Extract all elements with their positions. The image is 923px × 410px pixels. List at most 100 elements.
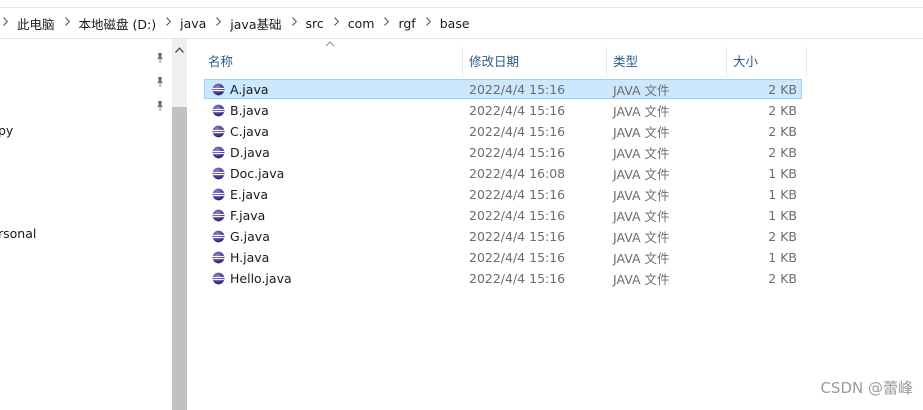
file-size: 1 KB — [768, 187, 797, 202]
file-name[interactable]: D.java — [230, 145, 270, 160]
file-row[interactable]: B.java 2022/4/4 15:16 JAVA 文件 2 KB — [204, 100, 802, 120]
file-name[interactable]: C.java — [230, 124, 269, 139]
file-size: 2 KB — [768, 229, 797, 244]
file-name[interactable]: Doc.java — [230, 166, 284, 181]
file-row[interactable]: F.java 2022/4/4 15:16 JAVA 文件 1 KB — [204, 205, 802, 225]
file-date: 2022/4/4 15:16 — [469, 82, 566, 97]
file-size: 2 KB — [768, 145, 797, 160]
file-size: 1 KB — [768, 166, 797, 181]
chevron-right-icon[interactable] — [324, 17, 348, 29]
file-name-cell[interactable]: B.java — [212, 101, 269, 120]
file-row[interactable]: E.java 2022/4/4 15:16 JAVA 文件 1 KB — [204, 184, 802, 204]
eclipse-java-file-icon — [212, 167, 225, 180]
breadcrumb-item[interactable]: 本地磁盘 (D:) — [79, 14, 157, 33]
breadcrumb-item[interactable]: rgf — [398, 16, 415, 31]
pin-icon[interactable] — [153, 99, 167, 113]
file-date: 2022/4/4 15:16 — [469, 250, 566, 265]
file-name-cell[interactable]: H.java — [212, 248, 269, 267]
navigation-pane[interactable]: py rsonal — [0, 39, 172, 410]
chevron-right-icon[interactable] — [282, 17, 306, 29]
chevron-right-icon[interactable] — [206, 17, 230, 29]
file-date: 2022/4/4 15:16 — [469, 187, 566, 202]
file-list[interactable]: 名称 修改日期 类型 大小 A.java 2022/4/4 15:16 JAVA 文… — [188, 39, 923, 410]
file-name-cell[interactable]: Doc.java — [212, 164, 284, 183]
file-date: 2022/4/4 15:16 — [469, 208, 566, 223]
file-name-cell[interactable]: Hello.java — [212, 269, 292, 288]
nav-scrollbar[interactable] — [172, 39, 187, 410]
breadcrumb-item[interactable]: src — [306, 16, 324, 31]
file-name[interactable]: E.java — [230, 187, 268, 202]
chevron-right-icon[interactable] — [55, 17, 79, 29]
breadcrumb[interactable]: 此电脑 本地磁盘 (D:) java java基础 src com rgf base — [0, 8, 923, 39]
column-divider[interactable] — [606, 47, 607, 77]
chevron-right-icon[interactable] — [156, 17, 180, 29]
eclipse-java-file-icon — [212, 104, 225, 117]
breadcrumb-item[interactable]: java基础 — [230, 14, 281, 33]
file-type: JAVA 文件 — [613, 83, 670, 98]
file-size: 1 KB — [768, 250, 797, 265]
eclipse-java-file-icon — [212, 272, 225, 285]
nav-item-label[interactable]: rsonal — [0, 226, 36, 241]
file-name[interactable]: Hello.java — [230, 271, 292, 286]
file-date: 2022/4/4 15:16 — [469, 145, 566, 160]
file-row[interactable]: A.java 2022/4/4 15:16 JAVA 文件 2 KB — [204, 79, 802, 99]
file-date: 2022/4/4 16:08 — [469, 166, 566, 181]
eclipse-java-file-icon — [212, 125, 225, 138]
title-strip — [0, 0, 923, 8]
file-row[interactable]: C.java 2022/4/4 15:16 JAVA 文件 2 KB — [204, 121, 802, 141]
column-name-header[interactable]: 名称 — [208, 43, 233, 77]
file-name-cell[interactable]: G.java — [212, 227, 270, 246]
file-type: JAVA 文件 — [613, 188, 670, 203]
file-type: JAVA 文件 — [613, 167, 670, 182]
file-name[interactable]: H.java — [230, 250, 269, 265]
file-name-cell[interactable]: E.java — [212, 185, 268, 204]
scroll-thumb[interactable] — [172, 107, 187, 410]
file-name[interactable]: B.java — [230, 103, 269, 118]
file-size: 2 KB — [768, 124, 797, 139]
file-type: JAVA 文件 — [613, 146, 670, 161]
chevron-up-icon — [175, 47, 184, 53]
nav-item-label[interactable]: py — [0, 123, 13, 138]
column-size-header[interactable]: 大小 — [733, 43, 758, 77]
file-name-cell[interactable]: A.java — [212, 80, 269, 99]
file-name-cell[interactable]: F.java — [212, 206, 265, 225]
file-type: JAVA 文件 — [613, 104, 670, 119]
file-name[interactable]: A.java — [230, 82, 269, 97]
breadcrumb-item[interactable]: 此电脑 — [17, 14, 55, 33]
file-type: JAVA 文件 — [613, 230, 670, 245]
pin-icon[interactable] — [153, 51, 167, 65]
file-name-cell[interactable]: D.java — [212, 143, 270, 162]
sort-up-icon — [325, 41, 335, 47]
pin-icon[interactable] — [153, 75, 167, 89]
eclipse-java-file-icon — [212, 188, 225, 201]
file-size: 2 KB — [768, 103, 797, 118]
file-date: 2022/4/4 15:16 — [469, 271, 566, 286]
file-date: 2022/4/4 15:16 — [469, 229, 566, 244]
column-header: 名称 修改日期 类型 大小 — [188, 41, 808, 77]
file-name-cell[interactable]: C.java — [212, 122, 269, 141]
eclipse-java-file-icon — [212, 230, 225, 243]
file-row[interactable]: D.java 2022/4/4 15:16 JAVA 文件 2 KB — [204, 142, 802, 162]
chevron-right-icon[interactable] — [416, 17, 440, 29]
eclipse-java-file-icon — [212, 146, 225, 159]
breadcrumb-item[interactable]: java — [180, 16, 206, 31]
file-row[interactable]: H.java 2022/4/4 15:16 JAVA 文件 1 KB — [204, 247, 802, 267]
chevron-right-icon[interactable] — [0, 17, 17, 29]
file-row[interactable]: G.java 2022/4/4 15:16 JAVA 文件 2 KB — [204, 226, 802, 246]
file-name[interactable]: G.java — [230, 229, 270, 244]
column-divider[interactable] — [726, 47, 727, 77]
file-row[interactable]: Doc.java 2022/4/4 16:08 JAVA 文件 1 KB — [204, 163, 802, 183]
file-name[interactable]: F.java — [230, 208, 265, 223]
column-date-header[interactable]: 修改日期 — [469, 43, 519, 77]
file-type: JAVA 文件 — [613, 272, 670, 287]
breadcrumb-item[interactable]: com — [348, 16, 375, 31]
file-size: 2 KB — [768, 271, 797, 286]
column-divider[interactable] — [462, 47, 463, 77]
file-row[interactable]: Hello.java 2022/4/4 15:16 JAVA 文件 2 KB — [204, 268, 802, 288]
scroll-up-button[interactable] — [172, 39, 187, 61]
file-size: 2 KB — [768, 82, 797, 97]
column-divider[interactable] — [806, 47, 807, 77]
column-type-header[interactable]: 类型 — [613, 43, 638, 77]
chevron-right-icon[interactable] — [374, 17, 398, 29]
breadcrumb-item[interactable]: base — [440, 16, 470, 31]
